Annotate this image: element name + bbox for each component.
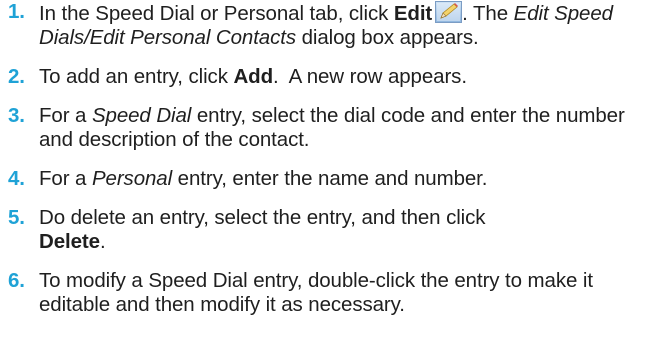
step-text: entry, enter the name and number. bbox=[172, 167, 488, 190]
step-text: For a bbox=[39, 104, 92, 127]
step-item-1: 1. In the Speed Dial or Personal tab, cl… bbox=[0, 0, 659, 50]
edit-pencil-icon bbox=[435, 1, 463, 23]
step-number: 4. bbox=[8, 167, 25, 190]
add-label: Add bbox=[233, 65, 274, 88]
step-number: 6. bbox=[8, 269, 25, 292]
instructions-document: 1. In the Speed Dial or Personal tab, cl… bbox=[0, 0, 659, 362]
step-text: . A new row appears. bbox=[273, 65, 467, 88]
step-text: . bbox=[99, 230, 106, 253]
step-item-2: 2. To add an entry, click Add. A new row… bbox=[0, 65, 659, 89]
step-text: dialog box appears. bbox=[295, 26, 479, 49]
step-text: Do delete an entry, select the entry, an… bbox=[39, 206, 486, 229]
step-number: 1. bbox=[8, 0, 25, 23]
step-item-3: 3. For a Speed Dial entry, select the di… bbox=[0, 104, 659, 152]
step-item-4: 4. For a Personal entry, enter the name … bbox=[0, 167, 659, 191]
personal-term: Personal bbox=[91, 167, 173, 190]
step-item-6: 6. To modify a Speed Dial entry, double-… bbox=[0, 269, 659, 317]
step-text: For a bbox=[39, 167, 92, 190]
step-text: . The bbox=[462, 2, 514, 25]
step-text: To add an entry, click bbox=[39, 65, 234, 88]
steps-list: 1. In the Speed Dial or Personal tab, cl… bbox=[0, 0, 659, 317]
step-text: In the Speed Dial or Personal tab, click bbox=[39, 2, 394, 25]
step-item-5: 5. Do delete an entry, select the entry,… bbox=[0, 206, 659, 254]
step-number: 5. bbox=[8, 206, 25, 229]
step-text: To modify a Speed Dial entry, double-cli… bbox=[39, 269, 593, 316]
step-number: 2. bbox=[8, 65, 25, 88]
edit-label: Edit bbox=[393, 2, 433, 25]
speed-dial-term: Speed Dial bbox=[91, 104, 192, 127]
step-number: 3. bbox=[8, 104, 25, 127]
delete-label: Delete bbox=[39, 230, 100, 253]
